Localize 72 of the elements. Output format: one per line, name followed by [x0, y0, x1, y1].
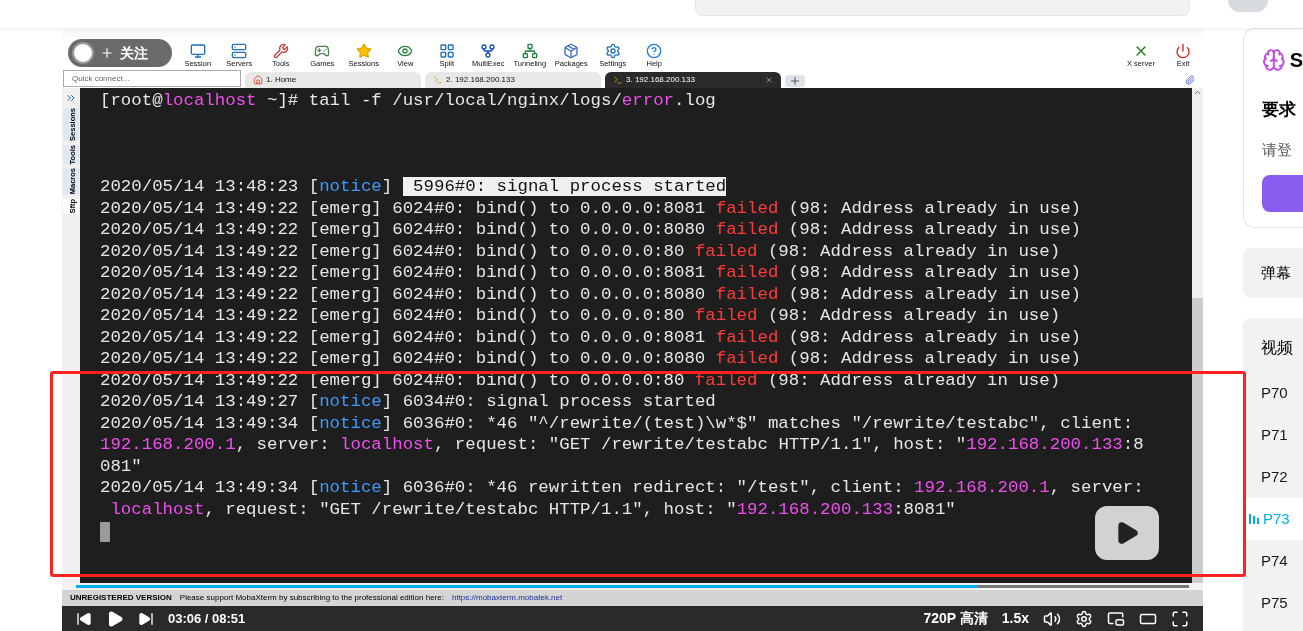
uploader-avatar: [72, 42, 94, 64]
terminal-line: 081": [100, 457, 143, 475]
session-tab[interactable]: 1. Home: [245, 72, 421, 88]
danmaku-panel[interactable]: 弹幕: [1243, 248, 1303, 298]
search-field[interactable]: [695, 0, 1190, 16]
previous-icon[interactable]: [76, 610, 92, 627]
close-icon[interactable]: [765, 76, 773, 84]
time-display: 03:06 / 08:51: [168, 609, 246, 628]
terminal-line: 2020/05/14 13:49:22 [emerg] 6024#0: bind() to 0.0.0.0:8081 failed (98: Address already in use): [100, 264, 1082, 281]
gamepad-icon: [314, 43, 331, 59]
wrench-icon: [272, 43, 289, 59]
picture-in-picture-icon[interactable]: [1107, 609, 1125, 628]
expand-icon[interactable]: [65, 92, 77, 104]
terminal-line: 2020/05/14 13:49:34 [notice] 6036#0: *46 rewritten redirect: "/test", client: 192.168.200.1, server:: [100, 479, 1145, 496]
terminal-line: 2020/05/14 13:49:22 [emerg] 6024#0: bind() to 0.0.0.0:8080 failed (98: Address already in use): [100, 285, 1082, 303]
status-text: Please support MobaXterm by subscribing to the professional edition here:: [179, 592, 444, 604]
playing-icon: [1249, 513, 1259, 525]
session-tab[interactable]: 3. 192.168.200.133: [605, 72, 781, 88]
paperclip-icon: [1185, 75, 1195, 85]
terminal-icon: [433, 75, 443, 85]
quality-button[interactable]: 720P 高清: [923, 608, 988, 629]
playlist-item[interactable]: P70: [1243, 372, 1303, 414]
quick-connect-field[interactable]: Quick connect...: [63, 70, 241, 87]
terminal-line: 2020/05/14 13:49:22 [emerg] 6024#0: bind() to 0.0.0.0:8080 failed (98: Address already in use): [100, 350, 1082, 367]
new-tab-icon[interactable]: [785, 75, 805, 87]
playlist-item[interactable]: P71: [1243, 414, 1303, 456]
terminal-line: 2020/05/14 13:49:22 [emerg] 6024#0: bind() to 0.0.0.0:80 failed (98: Address already in use): [100, 307, 1062, 324]
playlist-title: 视频: [1260, 338, 1294, 358]
home-icon: [253, 75, 263, 85]
settings-icon: [604, 43, 621, 59]
grid-icon: [438, 43, 455, 59]
power-icon: [1175, 43, 1191, 59]
login-text: 请登: [1262, 139, 1293, 160]
brand-text: S: [1289, 48, 1303, 73]
plus-icon: [100, 46, 114, 60]
terminal-icon: [613, 75, 623, 85]
play-icon[interactable]: [106, 609, 124, 628]
terminal-line: [root@localhost ~]# tail -f /usr/local/nginx/logs/error.log: [100, 92, 717, 109]
scroll-up-icon[interactable]: [1193, 88, 1202, 97]
terminal-line: 2020/05/14 13:49:22 [emerg] 6024#0: bind() to 0.0.0.0:8081 failed (98: Address already in use): [100, 328, 1082, 346]
eye-icon: [397, 43, 414, 59]
fullscreen-icon[interactable]: [1171, 609, 1189, 628]
session-tab[interactable]: 2. 192.168.200.133: [425, 72, 601, 88]
login-title: 要求: [1262, 99, 1297, 121]
follow-toast[interactable]: 关注: [68, 39, 172, 67]
help-icon: [646, 43, 663, 59]
terminal-line: 2020/05/14 13:49:34 [notice] 6036#0: *46 "^/rewrite/(test)\w*$" matches "/rewrite/testabc", client:: [100, 414, 1135, 432]
monitor-icon: [189, 43, 206, 59]
package-icon: [563, 43, 580, 59]
speed-button[interactable]: 1.5x: [1001, 608, 1029, 629]
terminal-line: 2020/05/14 13:48:23 [notice] 5996#0: signal process started: [100, 178, 728, 195]
star-icon: [355, 43, 372, 59]
network-icon: [521, 43, 538, 59]
status-link[interactable]: https://mobaxterm.mobatek.net: [451, 592, 563, 604]
play-overlay-button[interactable]: [1095, 506, 1159, 560]
next-icon[interactable]: [138, 610, 154, 627]
terminal-line: localhost, request: "GET /rewrite/testabc HTTP/1.1", host: "192.168.200.133:8081": [109, 500, 957, 518]
volume-icon[interactable]: [1043, 609, 1061, 628]
playlist-item[interactable]: P72: [1243, 456, 1303, 498]
fork-icon: [480, 43, 497, 59]
playlist-item[interactable]: P74: [1243, 540, 1303, 582]
terminal-line: 2020/05/14 13:49:27 [notice] 6034#0: signal process started: [100, 393, 717, 410]
terminal-line: 192.168.200.1, server: localhost, request: "GET /rewrite/testabc HTTP/1.1", host: "192.168.200.133:8: [100, 436, 1145, 453]
playlist-item[interactable]: P75: [1243, 582, 1303, 624]
terminal-line: 2020/05/14 13:49:22 [emerg] 6024#0: bind() to 0.0.0.0:8081 failed (98: Address already in use): [100, 199, 1082, 217]
status-label: UNREGISTERED VERSION: [70, 592, 172, 604]
brain-icon: [1262, 46, 1286, 74]
terminal-line: 2020/05/14 13:49:22 [emerg] 6024#0: bind() to 0.0.0.0:8080 failed (98: Address already in use): [100, 221, 1082, 238]
settings-icon[interactable]: [1075, 609, 1093, 628]
progress-track[interactable]: [76, 585, 1189, 588]
server-icon: [231, 43, 248, 59]
terminal-line: 2020/05/14 13:49:22 [emerg] 6024#0: bind() to 0.0.0.0:80 failed (98: Address already in use): [100, 242, 1062, 260]
